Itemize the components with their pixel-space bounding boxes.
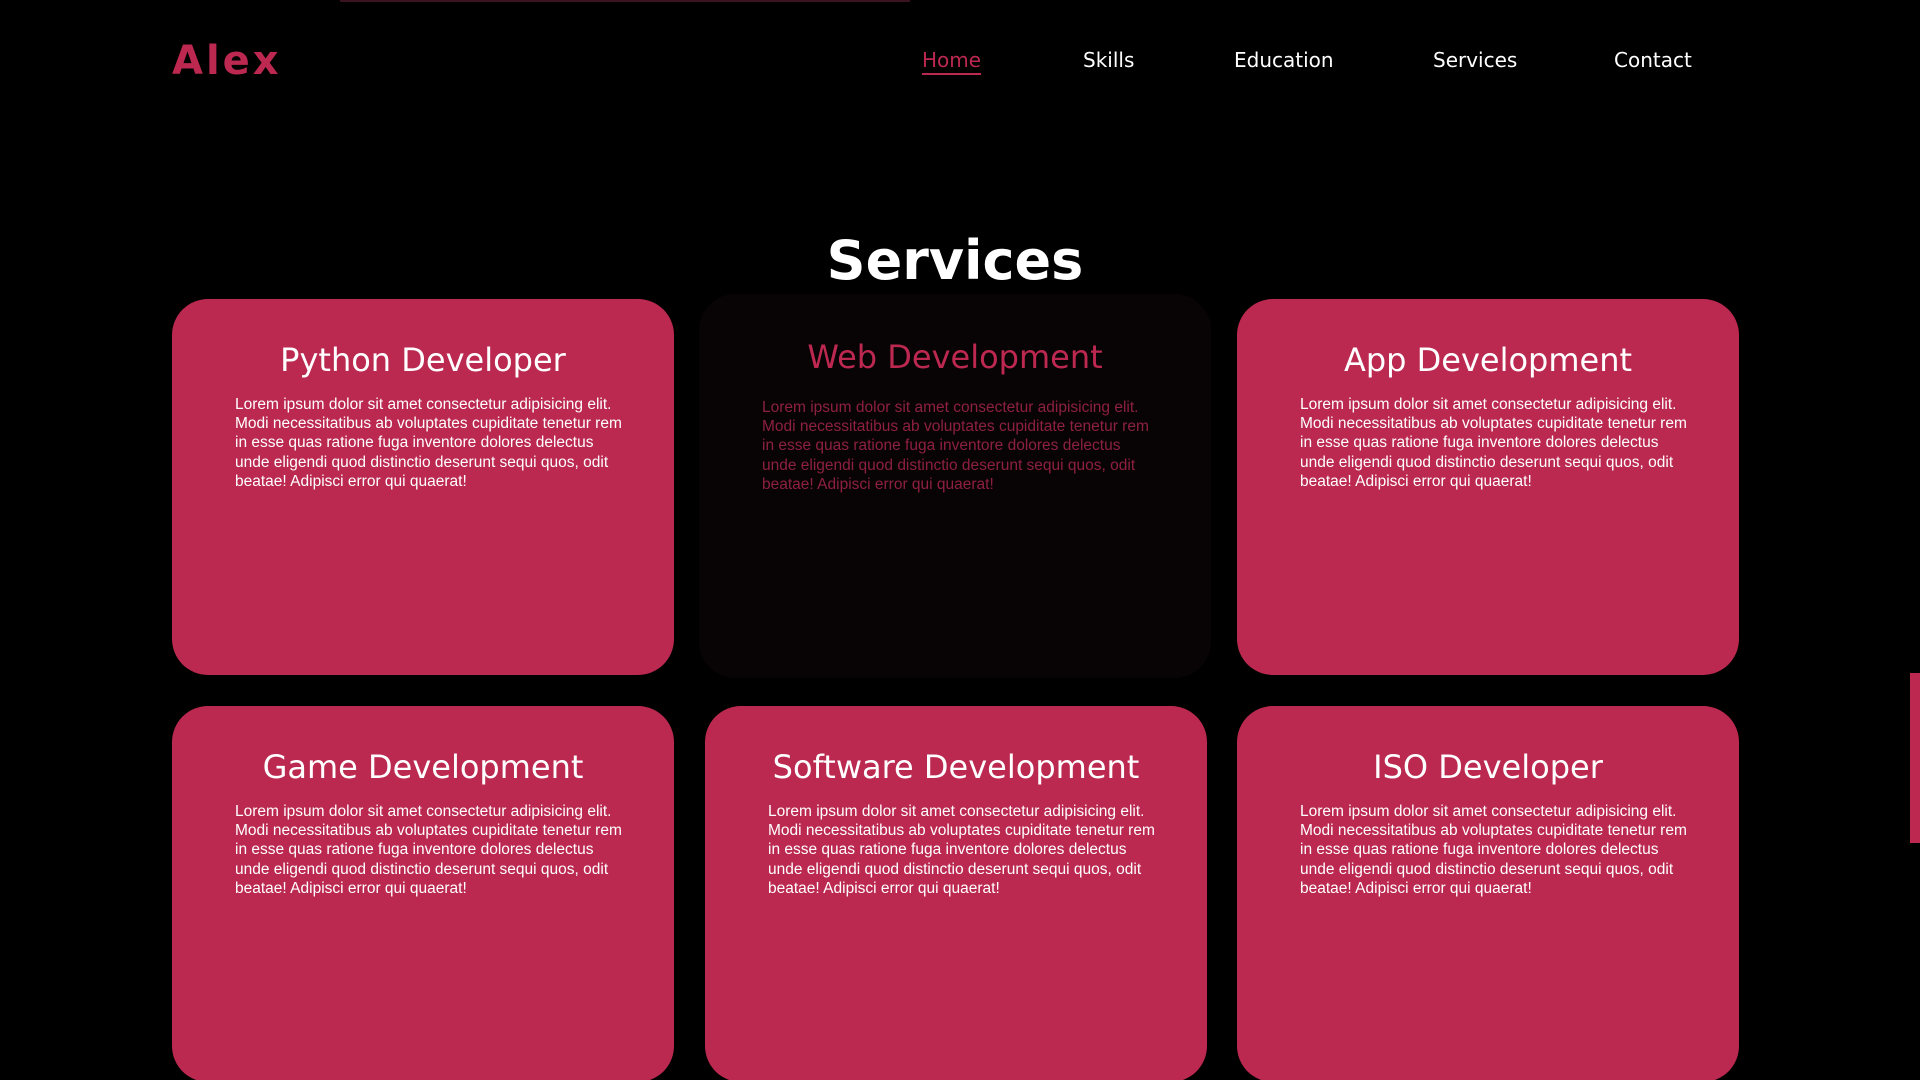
service-card-description: Lorem ipsum dolor sit amet consectetur a…: [1300, 803, 1687, 897]
service-card-description: Lorem ipsum dolor sit amet consectetur a…: [762, 399, 1149, 493]
service-card-software-development[interactable]: Software Development Lorem ipsum dolor s…: [705, 706, 1207, 1080]
service-card-iso-developer[interactable]: ISO Developer Lorem ipsum dolor sit amet…: [1237, 706, 1739, 1080]
nav-item-education[interactable]: Education: [1234, 48, 1334, 72]
main-nav: Home Skills Education Services Contact: [0, 48, 1920, 78]
top-divider: [340, 0, 910, 2]
service-card-web-development[interactable]: Web Development Lorem ipsum dolor sit am…: [699, 294, 1211, 678]
nav-item-contact[interactable]: Contact: [1614, 48, 1692, 72]
service-card-description: Lorem ipsum dolor sit amet consectetur a…: [235, 396, 622, 490]
service-card-title: App Development: [1343, 341, 1633, 379]
scroll-indicator[interactable]: [1910, 673, 1920, 843]
section-title: Services: [826, 228, 1084, 292]
service-card-title: Web Development: [807, 338, 1103, 376]
nav-item-home[interactable]: Home: [922, 48, 982, 75]
service-card-python-developer[interactable]: Python Developer Lorem ipsum dolor sit a…: [172, 299, 674, 675]
nav-item-skills[interactable]: Skills: [1083, 48, 1134, 72]
service-card-description: Lorem ipsum dolor sit amet consectetur a…: [768, 803, 1155, 897]
service-card-title: Game Development: [262, 748, 584, 786]
nav-item-services[interactable]: Services: [1433, 48, 1517, 72]
service-card-game-development[interactable]: Game Development Lorem ipsum dolor sit a…: [172, 706, 674, 1080]
page: Alex Home Skills Education Services Cont…: [0, 0, 1920, 1080]
service-card-description: Lorem ipsum dolor sit amet consectetur a…: [235, 803, 622, 897]
service-card-title: Python Developer: [280, 341, 566, 379]
service-card-description: Lorem ipsum dolor sit amet consectetur a…: [1300, 396, 1687, 490]
service-card-title: Software Development: [772, 748, 1140, 786]
service-card-app-development[interactable]: App Development Lorem ipsum dolor sit am…: [1237, 299, 1739, 675]
service-card-title: ISO Developer: [1373, 748, 1603, 786]
